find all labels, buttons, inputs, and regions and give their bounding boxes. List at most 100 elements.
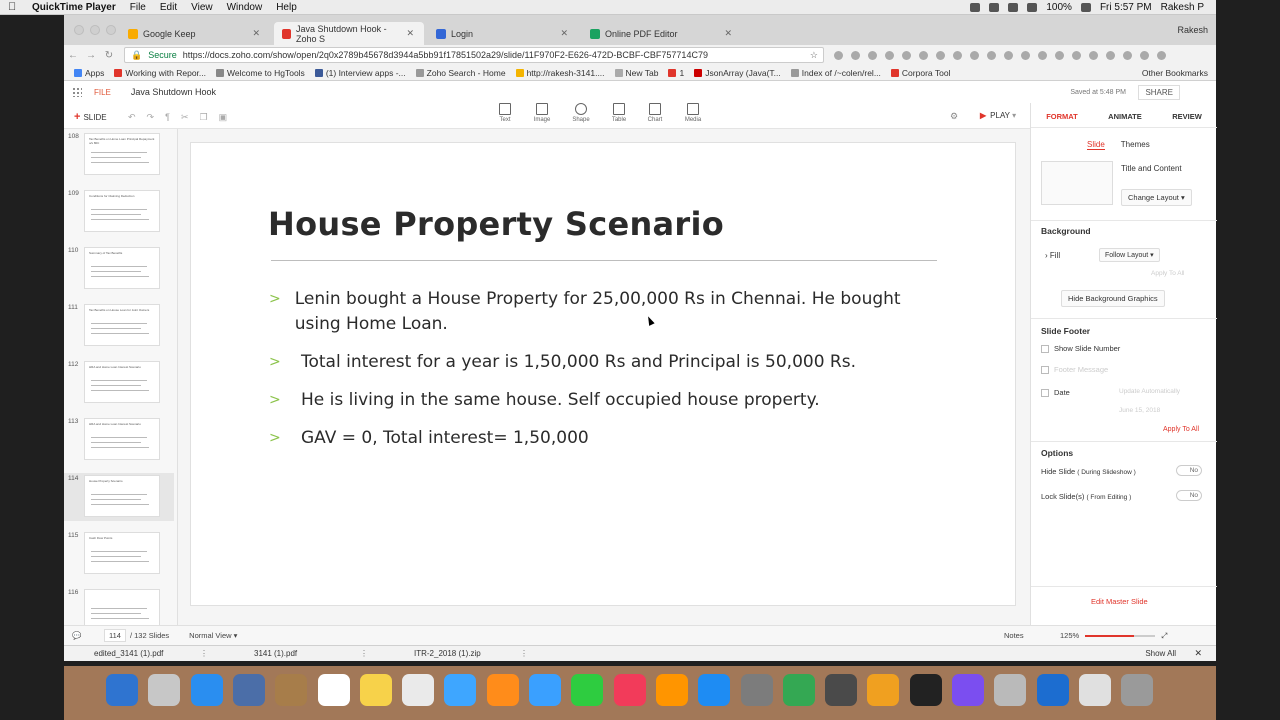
- bookmark-item[interactable]: (1) Interview apps -...: [314, 68, 406, 78]
- tab-online-pdf-editor[interactable]: Online PDF Editor ✕: [582, 22, 742, 45]
- menubar-file[interactable]: File: [130, 2, 146, 13]
- dock-app-icon[interactable]: [529, 674, 561, 706]
- close-tab-icon[interactable]: ✕: [724, 28, 732, 39]
- file-menu[interactable]: FILE: [94, 88, 111, 97]
- dock-app-icon[interactable]: [952, 674, 984, 706]
- close-window-icon[interactable]: [74, 25, 84, 35]
- date-checkbox[interactable]: Date: [1041, 388, 1070, 397]
- dock-app-icon[interactable]: [359, 674, 392, 706]
- dock-app-icon[interactable]: [698, 674, 731, 706]
- zoom-level[interactable]: 125%: [1060, 631, 1079, 640]
- dock-app-icon[interactable]: [190, 674, 223, 706]
- paint-format-icon[interactable]: ¶: [165, 112, 170, 123]
- share-button[interactable]: SHARE: [1138, 84, 1180, 100]
- notes-button[interactable]: Notes: [1004, 631, 1024, 640]
- zoom-slider[interactable]: [1085, 634, 1156, 637]
- bullet-item[interactable]: > He is living in the same house. Self oc…: [269, 388, 909, 413]
- hide-background-graphics-button[interactable]: Hide Background Graphics: [1061, 290, 1165, 307]
- dock-app-icon[interactable]: [1036, 674, 1069, 706]
- clock[interactable]: Fri 5:57 PM: [1100, 2, 1152, 13]
- dock-app-icon[interactable]: [740, 674, 773, 706]
- show-slide-number-checkbox[interactable]: Show Slide Number: [1041, 344, 1120, 353]
- dock-app-icon[interactable]: [486, 674, 519, 706]
- dock-app-icon[interactable]: [994, 674, 1027, 706]
- bookmark-item[interactable]: Index of /~colen/rel...: [790, 68, 881, 78]
- insert-table-button[interactable]: Table: [604, 103, 634, 123]
- dock-app-icon[interactable]: [867, 674, 900, 706]
- lock-slide-toggle[interactable]: No: [1176, 490, 1202, 501]
- new-slide-button[interactable]: + SLIDE: [74, 111, 107, 123]
- extension-icon[interactable]: [1038, 50, 1047, 60]
- back-icon[interactable]: ←: [64, 50, 82, 61]
- slide-thumbnail[interactable]: 113 HRA and Home Loan Interest Scenario: [64, 416, 174, 464]
- tab-google-keep[interactable]: Google Keep ✕: [120, 22, 270, 45]
- dock-app-icon[interactable]: [909, 674, 942, 706]
- cut-icon[interactable]: ✂: [181, 112, 189, 123]
- dock-app-icon[interactable]: [571, 674, 604, 706]
- bookmark-item[interactable]: Welcome to HgTools: [216, 68, 305, 78]
- fill-select[interactable]: Follow Layout ▾: [1099, 248, 1160, 262]
- extension-icon[interactable]: [902, 50, 911, 60]
- url-input[interactable]: 🔒 Secure https://docs.zoho.com/show/open…: [124, 47, 824, 63]
- menubar-help[interactable]: Help: [276, 2, 297, 13]
- insert-image-button[interactable]: Image: [527, 103, 557, 123]
- bookmark-item[interactable]: New Tab: [614, 68, 658, 78]
- settings-icon[interactable]: ⚙: [950, 111, 958, 122]
- dock-app-icon[interactable]: [613, 674, 646, 706]
- other-bookmarks[interactable]: Other Bookmarks: [1142, 68, 1216, 78]
- copy-icon[interactable]: ❐: [199, 112, 207, 123]
- extension-icon[interactable]: [1055, 50, 1064, 60]
- extension-icon[interactable]: [1004, 50, 1013, 60]
- menubar-edit[interactable]: Edit: [160, 2, 177, 13]
- dock-app-icon[interactable]: [655, 674, 688, 706]
- bookmark-item[interactable]: Apps: [74, 68, 104, 78]
- screen-icon[interactable]: [989, 2, 1000, 12]
- extension-icon[interactable]: [919, 50, 928, 60]
- insert-shape-button[interactable]: Shape: [566, 103, 596, 123]
- extension-icon[interactable]: [970, 50, 979, 60]
- extension-icon[interactable]: [1157, 50, 1166, 60]
- close-tab-icon[interactable]: ✕: [560, 28, 568, 39]
- edit-master-slide-button[interactable]: Edit Master Slide: [1091, 597, 1148, 606]
- play-button[interactable]: ▶ PLAY ▾: [980, 111, 1016, 120]
- tab-review[interactable]: REVIEW: [1172, 112, 1202, 121]
- dock-app-icon[interactable]: [232, 674, 265, 706]
- subtab-themes[interactable]: Themes: [1121, 140, 1150, 150]
- extension-icon[interactable]: [1072, 50, 1081, 60]
- dock-app-icon[interactable]: [1121, 674, 1154, 706]
- document-title[interactable]: Java Shutdown Hook: [131, 87, 216, 97]
- extension-icon[interactable]: [1123, 50, 1132, 60]
- subtab-slide[interactable]: Slide: [1087, 140, 1105, 150]
- slide-thumbnail[interactable]: 111 Tax Benefits on House Loan for Joint …: [64, 302, 174, 350]
- bookmark-item[interactable]: JsonArray (Java(T...: [694, 68, 781, 78]
- dock-app-icon[interactable]: [106, 674, 138, 706]
- extension-icon[interactable]: [1089, 50, 1098, 60]
- slide-thumbnail[interactable]: 109 Conditions for Claiming Deduction: [64, 188, 174, 236]
- extension-icon[interactable]: [868, 50, 877, 60]
- paste-icon[interactable]: ▣: [219, 112, 228, 123]
- more-icon[interactable]: ⋮: [520, 649, 544, 658]
- change-layout-button[interactable]: Change Layout ▾: [1121, 189, 1192, 206]
- minimize-window-icon[interactable]: [90, 25, 100, 35]
- dock-app-icon[interactable]: [148, 674, 181, 706]
- date-update-automatically[interactable]: Update Automatically: [1119, 388, 1180, 395]
- search-icon[interactable]: [1027, 2, 1038, 12]
- bookmark-item[interactable]: Working with Repor...: [114, 68, 206, 78]
- apps-grid-icon[interactable]: [72, 87, 82, 97]
- show-all-downloads-button[interactable]: Show All: [1145, 649, 1176, 658]
- battery-percent[interactable]: 100%: [1046, 2, 1072, 13]
- download-item[interactable]: 3141 (1).pdf ⋮: [224, 649, 384, 658]
- fill-label[interactable]: › Fill: [1045, 251, 1060, 260]
- bullet-item[interactable]: > Lenin bought a House Property for 25,00…: [269, 287, 909, 337]
- dock-app-icon[interactable]: [317, 674, 350, 706]
- extension-icon[interactable]: [851, 50, 860, 60]
- extension-icon[interactable]: [885, 50, 894, 60]
- layout-preview[interactable]: [1041, 161, 1113, 205]
- slide-title[interactable]: House Property Scenario: [268, 205, 724, 243]
- profile-button[interactable]: Rakesh: [1177, 25, 1208, 35]
- dock-app-icon[interactable]: [444, 674, 477, 706]
- bullet-item[interactable]: > GAV = 0, Total interest= 1,50,000: [269, 426, 909, 451]
- user-name[interactable]: Rakesh P: [1161, 2, 1204, 13]
- bookmark-item[interactable]: 1: [668, 68, 684, 78]
- redo-icon[interactable]: ↷: [147, 112, 155, 123]
